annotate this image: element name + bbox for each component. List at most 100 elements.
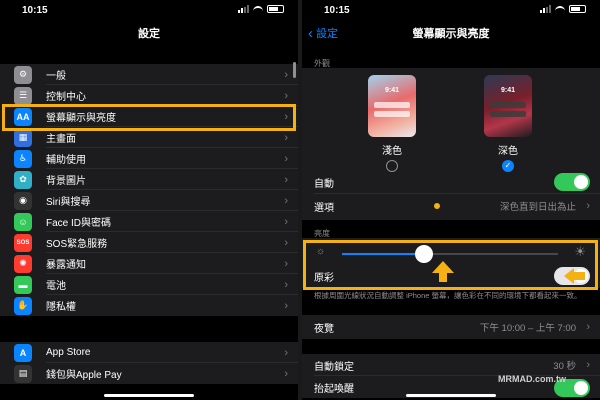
auto-row: 自動 xyxy=(302,170,600,194)
settings-item-label: 電池 xyxy=(46,281,66,292)
settings-item[interactable]: ☺ Face ID與密碼 › xyxy=(0,211,298,232)
arrow-left-pointer-stem xyxy=(573,272,585,280)
auto-label: 自動 xyxy=(314,178,334,190)
settings-item-label: 暴露通知 xyxy=(46,260,86,271)
settings-item-label: 輔助使用 xyxy=(46,155,86,166)
light-preview-time: 9:41 xyxy=(384,87,399,94)
settings-item-label: 錢包與Apple Pay xyxy=(46,370,122,381)
hand-icon: ✋ xyxy=(14,296,32,315)
exposure-icon: ✺ xyxy=(14,254,32,273)
wallet-icon: ▤ xyxy=(14,364,32,383)
settings-item[interactable]: ✺ 暴露通知 › xyxy=(0,253,298,274)
arrow-up-pointer-stem xyxy=(439,272,447,282)
dark-preview-time: 9:41 xyxy=(500,87,515,94)
appstore-icon: A xyxy=(14,343,32,362)
settings-item-label: 一般 xyxy=(46,71,66,82)
watermark: MRMAD.com.tw xyxy=(498,374,566,384)
chevron-right-icon: › xyxy=(284,299,288,312)
siri-icon: ◉ xyxy=(14,191,32,210)
settings-item[interactable]: ♿ 輔助使用 › xyxy=(0,148,298,169)
signal-icon xyxy=(238,5,249,13)
settings-item[interactable]: ▤ 錢包與Apple Pay › xyxy=(0,363,298,384)
display-brightness-screen: 10:15 ‹ 設定 螢幕顯示與亮度 外觀 9:41 淺色 9:41 深色 ✓ … xyxy=(302,0,600,400)
auto-toggle[interactable] xyxy=(554,173,590,191)
light-mode-option[interactable]: 9:41 淺色 xyxy=(368,75,416,172)
light-mode-preview: 9:41 xyxy=(368,75,416,137)
wifi-icon xyxy=(555,5,565,13)
chevron-right-icon: › xyxy=(284,194,288,207)
home-indicator[interactable] xyxy=(406,394,496,397)
switches-icon: ☰ xyxy=(14,86,32,105)
chevron-right-icon: › xyxy=(284,257,288,270)
settings-item[interactable]: ▬ 電池 › xyxy=(0,274,298,295)
chevron-right-icon: › xyxy=(284,173,288,186)
chevron-right-icon: › xyxy=(284,131,288,144)
chevron-right-icon: › xyxy=(284,152,288,165)
chevron-right-icon: › xyxy=(284,215,288,228)
chevron-right-icon: › xyxy=(284,278,288,291)
settings-item-label: 隱私權 xyxy=(46,302,76,313)
settings-item-label: 主畫面 xyxy=(46,134,76,145)
accessibility-icon: ♿ xyxy=(14,149,32,168)
settings-item-label: 背景圖片 xyxy=(46,176,86,187)
settings-item-label: App Store xyxy=(46,347,91,358)
autolock-value: 30 秒 xyxy=(553,361,576,372)
dark-mode-preview: 9:41 xyxy=(484,75,532,137)
signal-icon xyxy=(540,5,551,13)
options-value: 深色直到日出為止 xyxy=(499,202,576,213)
settings-item-label: SOS緊急服務 xyxy=(46,239,108,250)
settings-item-label: Face ID與密碼 xyxy=(46,218,112,229)
page-title: 設定 xyxy=(138,28,160,40)
autolock-row[interactable]: 自動鎖定 30 秒 › xyxy=(302,354,600,376)
status-time: 10:15 xyxy=(324,5,350,16)
settings-group-main: ⚙ 一般 › ☰ 控制中心 › AA 螢幕顯示與亮度 › ▦ 主畫面 › ♿ 輔助使用 › ✿ 背景圖片 › ◉ Si… xyxy=(0,64,298,316)
dark-mode-label: 深色 xyxy=(498,146,518,157)
settings-item[interactable]: ☰ 控制中心 › xyxy=(0,85,298,106)
options-label: 選項 xyxy=(314,202,334,214)
settings-item[interactable]: ◉ Siri與搜尋 › xyxy=(0,190,298,211)
status-bar: 10:15 xyxy=(0,0,298,22)
nightshift-row[interactable]: 夜覽 下午 10:00 – 上午 7:00 › xyxy=(302,315,600,339)
autolock-label: 自動鎖定 xyxy=(314,361,354,373)
faceid-icon: ☺ xyxy=(14,212,32,231)
dark-preview-widget xyxy=(490,111,526,117)
chevron-right-icon: › xyxy=(284,236,288,249)
settings-item-label: 控制中心 xyxy=(46,92,86,103)
status-time: 10:15 xyxy=(22,5,48,16)
appearance-group: 9:41 淺色 9:41 深色 ✓ 自動 選項 深色直到日出為止 › xyxy=(302,68,600,220)
home-grid-icon: ▦ xyxy=(14,128,32,147)
settings-group-wallet: A App Store › ▤ 錢包與Apple Pay › xyxy=(0,342,298,384)
nightshift-group: 夜覽 下午 10:00 – 上午 7:00 › xyxy=(302,315,600,339)
nightshift-value: 下午 10:00 – 上午 7:00 xyxy=(479,323,576,334)
settings-item[interactable]: ✋ 隱私權 › xyxy=(0,295,298,316)
battery-icon: ▬ xyxy=(14,275,32,294)
chevron-right-icon: › xyxy=(586,321,590,333)
chevron-right-icon: › xyxy=(284,367,288,380)
battery-status-icon xyxy=(569,5,586,13)
light-mode-label: 淺色 xyxy=(382,146,402,157)
status-bar: 10:15 xyxy=(302,0,600,22)
highlight-display-brightness xyxy=(2,104,296,131)
settings-item[interactable]: ⚙ 一般 › xyxy=(0,64,298,85)
page-title: 螢幕顯示與亮度 xyxy=(412,28,490,40)
light-preview-widget xyxy=(374,111,410,117)
dark-preview-widget xyxy=(490,102,526,108)
chevron-right-icon: › xyxy=(586,200,590,212)
settings-item-label: Siri與搜尋 xyxy=(46,197,91,208)
chevron-right-icon: › xyxy=(284,346,288,359)
scrollbar[interactable] xyxy=(293,62,296,78)
wifi-icon xyxy=(253,5,263,13)
options-dot xyxy=(434,203,440,209)
settings-item[interactable]: ✿ 背景圖片 › xyxy=(0,169,298,190)
options-row[interactable]: 選項 深色直到日出為止 › xyxy=(302,194,600,218)
dark-mode-option[interactable]: 9:41 深色 ✓ xyxy=(484,75,532,172)
chevron-right-icon: › xyxy=(284,68,288,81)
raise-to-wake-label: 抬起喚醒 xyxy=(314,383,354,395)
light-preview-widget xyxy=(374,102,410,108)
home-indicator[interactable] xyxy=(104,394,194,397)
settings-item[interactable]: SOS SOS緊急服務 › xyxy=(0,232,298,253)
chevron-right-icon: › xyxy=(586,359,590,371)
settings-item[interactable]: A App Store › xyxy=(0,342,298,363)
chevron-right-icon: › xyxy=(284,89,288,102)
sos-icon: SOS xyxy=(14,233,32,252)
